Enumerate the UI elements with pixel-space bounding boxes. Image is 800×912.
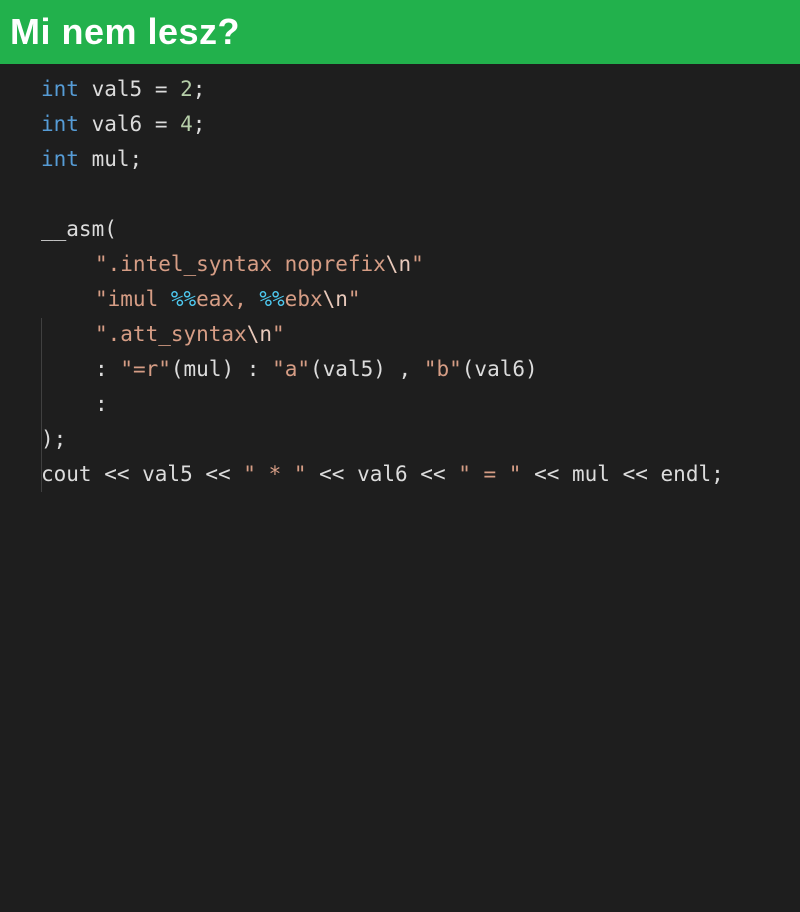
escape-sequence: \n bbox=[322, 287, 348, 311]
open-paren: ( bbox=[104, 217, 117, 241]
output-constraint: "=r" bbox=[120, 357, 171, 381]
assign-op: = bbox=[154, 77, 168, 101]
number-literal: 4 bbox=[180, 112, 193, 136]
asm-function: __asm bbox=[41, 217, 105, 241]
string-literal: " = " bbox=[458, 462, 522, 486]
code-line-2: int val6 = 4; bbox=[41, 107, 205, 142]
code-line-cout: cout << val5 << " * " << val6 << " = " <… bbox=[41, 457, 724, 492]
code-line-asm-2: "imul %%eax, %%ebx\n" bbox=[95, 282, 361, 317]
colon: : bbox=[246, 357, 260, 381]
cout-expr: << mul << endl; bbox=[521, 462, 724, 486]
percent-escape: %% bbox=[259, 287, 285, 311]
escape-sequence: \n bbox=[385, 252, 412, 276]
string-literal: " * " bbox=[243, 462, 307, 486]
semicolon: ; bbox=[129, 147, 143, 171]
output-operand: (mul) bbox=[170, 357, 235, 381]
comma: , bbox=[398, 357, 412, 381]
input-operand-b: (val6) bbox=[461, 357, 538, 381]
keyword-int: int bbox=[41, 77, 79, 101]
string-quote: " bbox=[272, 322, 285, 346]
code-line-asm-3: ".att_syntax\n" bbox=[95, 317, 285, 352]
input-constraint-b: "b" bbox=[423, 357, 462, 381]
number-literal: 2 bbox=[180, 77, 193, 101]
string-literal: ".att_syntax bbox=[95, 322, 247, 346]
close-paren: ); bbox=[41, 427, 67, 451]
code-line-asm: __asm( bbox=[41, 212, 117, 247]
slide-title: Mi nem lesz? bbox=[10, 11, 241, 52]
cout-expr: << val6 << bbox=[306, 462, 459, 486]
keyword-int: int bbox=[41, 112, 79, 136]
code-line-operands: : "=r"(mul) : "a"(val5) , "b"(val6) bbox=[95, 352, 538, 387]
code-editor: int val5 = 2; int val6 = 4; int mul; __a… bbox=[0, 72, 800, 912]
string-quote: " bbox=[347, 287, 361, 311]
code-line-close: ); bbox=[41, 422, 66, 457]
colon: : bbox=[95, 357, 108, 381]
keyword-int: int bbox=[41, 147, 79, 171]
var-name: val5 bbox=[91, 77, 143, 101]
register-ebx: ebx bbox=[284, 287, 323, 311]
cout-expr: cout << val5 << bbox=[41, 462, 244, 486]
escape-sequence: \n bbox=[246, 322, 273, 346]
string-quote: " bbox=[411, 252, 424, 276]
code-line-1: int val5 = 2; bbox=[41, 72, 205, 107]
string-literal: ".intel_syntax noprefix bbox=[95, 252, 386, 276]
slide-header: Mi nem lesz? bbox=[0, 0, 800, 66]
colon: : bbox=[95, 392, 108, 416]
var-name: val6 bbox=[91, 112, 143, 136]
input-constraint-a: "a" bbox=[272, 357, 311, 381]
assign-op: = bbox=[154, 112, 168, 136]
input-operand-a: (val5) bbox=[310, 357, 386, 381]
code-line-clobbers: : bbox=[95, 387, 108, 422]
string-literal: "imul bbox=[95, 287, 171, 311]
code-line-3: int mul; bbox=[41, 142, 142, 177]
semicolon: ; bbox=[192, 112, 206, 136]
code-line-asm-1: ".intel_syntax noprefix\n" bbox=[95, 247, 424, 282]
register-eax: eax, bbox=[196, 287, 260, 311]
var-name: mul bbox=[91, 147, 130, 171]
semicolon: ; bbox=[192, 77, 206, 101]
percent-escape: %% bbox=[170, 287, 197, 311]
